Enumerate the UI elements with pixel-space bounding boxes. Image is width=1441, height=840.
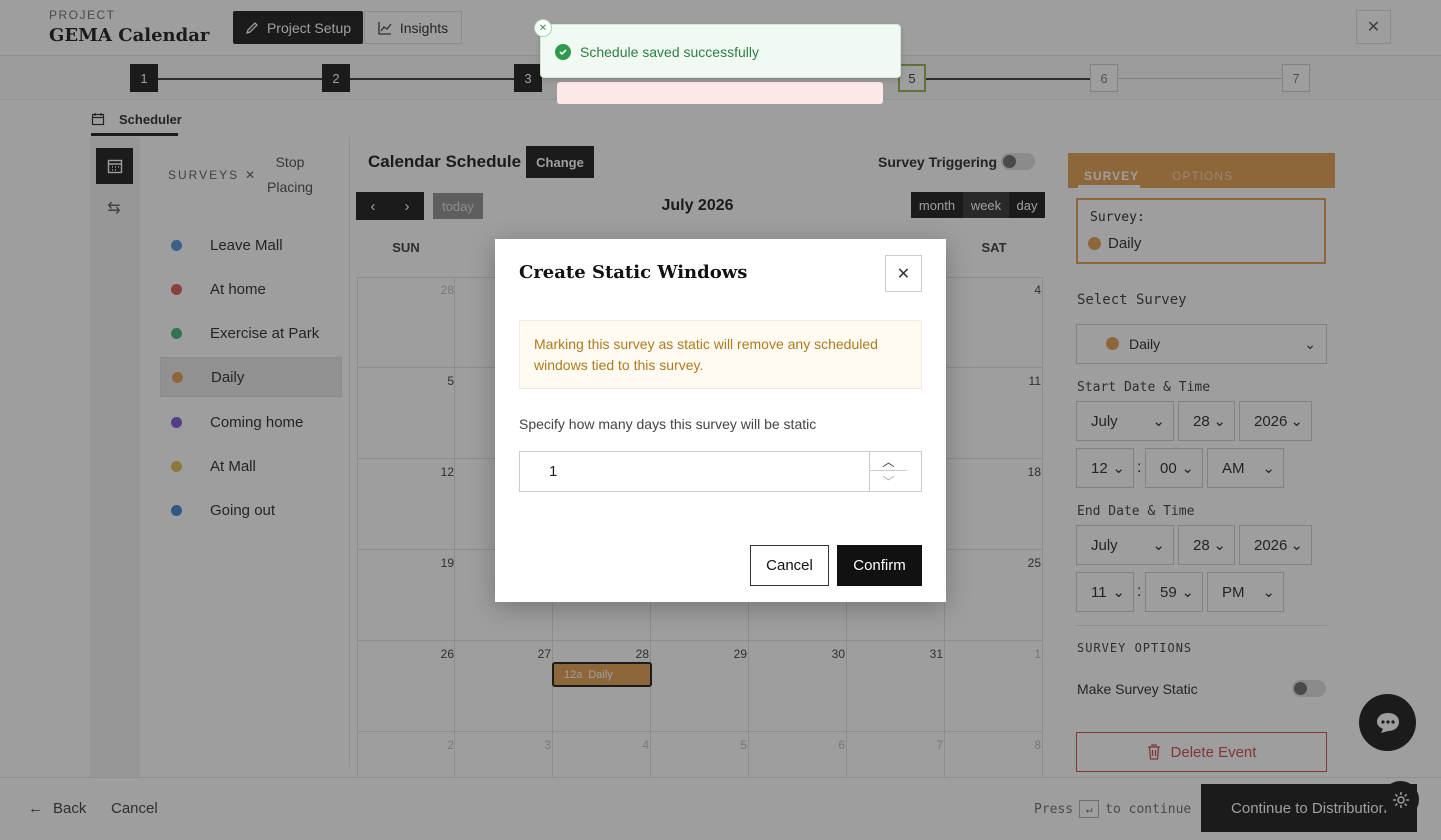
modal-confirm-button[interactable]: Confirm (837, 545, 922, 586)
toast-message: Schedule saved successfully (580, 44, 759, 60)
chevron-up-icon: ︿ (882, 454, 895, 469)
static-days-input[interactable]: 1 (519, 451, 922, 492)
toast-close-button[interactable]: ✕ (534, 19, 552, 37)
modal-title: Create Static Windows (519, 262, 748, 283)
check-circle-icon (555, 44, 571, 60)
modal-cancel-button[interactable]: Cancel (750, 545, 829, 586)
chevron-down-icon: ﹀ (882, 475, 895, 489)
close-icon: ✕ (538, 22, 548, 34)
decrement-button[interactable]: ﹀ (870, 472, 907, 491)
modal-description: Specify how many days this survey will b… (519, 416, 817, 432)
increment-button[interactable]: ︿ (870, 452, 907, 471)
error-toast-behind (557, 82, 883, 104)
warning-message: Marking this survey as static will remov… (519, 320, 922, 389)
modal-close-button[interactable]: ✕ (885, 255, 922, 292)
close-icon: ✕ (896, 265, 911, 283)
